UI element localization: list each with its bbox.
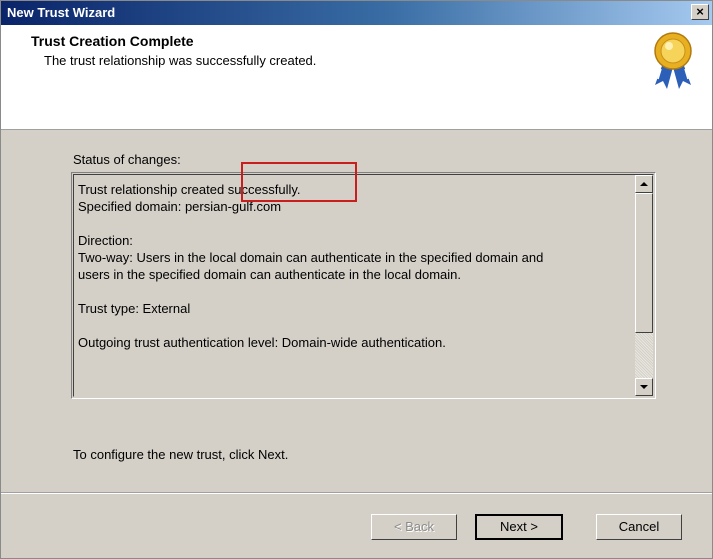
back-button[interactable]: < Back xyxy=(371,514,457,540)
wizard-window: New Trust Wizard × Trust Creation Comple… xyxy=(0,0,713,559)
wizard-header: Trust Creation Complete The trust relati… xyxy=(1,25,712,130)
status-line: users in the specified domain can authen… xyxy=(78,267,462,282)
divider xyxy=(1,492,712,494)
next-button[interactable]: Next > xyxy=(475,514,563,540)
arrow-down-icon xyxy=(640,385,648,389)
status-line: Two-way: Users in the local domain can a… xyxy=(78,250,544,265)
status-textbox[interactable]: Trust relationship created successfully.… xyxy=(71,172,656,399)
vertical-scrollbar[interactable] xyxy=(635,175,653,396)
page-title: Trust Creation Complete xyxy=(31,33,194,49)
status-line: Outgoing trust authentication level: Dom… xyxy=(78,335,446,350)
scroll-up-button[interactable] xyxy=(635,175,653,193)
status-line: Direction: xyxy=(78,233,133,248)
status-text: Trust relationship created successfully.… xyxy=(78,181,633,368)
arrow-up-icon xyxy=(640,182,648,186)
window-title: New Trust Wizard xyxy=(7,5,116,20)
next-hint: To configure the new trust, click Next. xyxy=(73,447,289,462)
scroll-thumb[interactable] xyxy=(635,193,653,333)
textbox-frame: Trust relationship created successfully.… xyxy=(73,174,654,397)
title-bar[interactable]: New Trust Wizard × xyxy=(1,1,712,25)
scroll-down-button[interactable] xyxy=(635,378,653,396)
status-line: Trust type: External xyxy=(78,301,191,316)
highlight-box xyxy=(241,162,357,202)
page-subtitle: The trust relationship was successfully … xyxy=(44,53,317,68)
close-icon: × xyxy=(696,4,704,19)
close-button[interactable]: × xyxy=(691,4,709,20)
award-seal-icon xyxy=(654,32,692,89)
cancel-button[interactable]: Cancel xyxy=(596,514,682,540)
status-label: Status of changes: xyxy=(73,152,181,167)
